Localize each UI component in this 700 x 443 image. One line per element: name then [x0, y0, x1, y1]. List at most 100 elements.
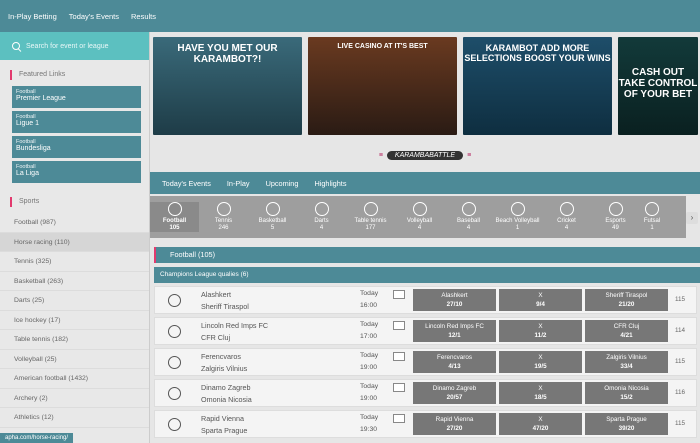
sport-futsal[interactable]: Futsal 1	[640, 202, 664, 232]
tab-in-play[interactable]: In-Play	[227, 179, 250, 188]
nav-results[interactable]: Results	[131, 12, 156, 21]
battle-logo: KARAMBABATTLE	[386, 150, 464, 160]
football-icon	[168, 356, 181, 369]
sport-football[interactable]: Football 105	[150, 202, 199, 232]
odds-home[interactable]: Rapid Vienna 27/20	[413, 413, 496, 435]
nav-todays-events[interactable]: Today's Events	[69, 12, 119, 21]
sidebar-sport-item[interactable]: Athletics (12)	[0, 408, 149, 428]
featured-links-title: Featured Links	[10, 70, 141, 80]
volleyball-icon	[412, 202, 427, 216]
match-row[interactable]: Alashkert Sheriff Tiraspol Today 16:00 Ala…	[154, 286, 697, 314]
football-icon	[167, 202, 182, 216]
sport-esports[interactable]: Esports 49	[591, 202, 640, 232]
odds-home[interactable]: Ferencvaros 4/13	[413, 351, 496, 373]
search-input[interactable]: Search for event or league	[0, 32, 149, 60]
featured-link[interactable]: Football Bundesliga	[12, 136, 141, 158]
odds-away[interactable]: Zalgiris Vilnius 33/4	[585, 351, 668, 373]
sidebar-sport-item[interactable]: Ice hockey (17)	[0, 311, 149, 330]
tab-highlights[interactable]: Highlights	[314, 179, 346, 188]
match-row[interactable]: Lincoln Red Imps FC CFR Cluj Today 17:00 L…	[154, 317, 697, 345]
odds-draw[interactable]: X 19/5	[499, 351, 582, 373]
event-tabs: Today's Events In-Play Upcoming Highligh…	[150, 172, 700, 194]
odds-home[interactable]: Dinamo Zagreb 20/57	[413, 382, 496, 404]
table-tennis-icon	[363, 202, 378, 216]
sport-darts[interactable]: Darts 4	[297, 202, 346, 232]
esports-icon	[608, 202, 623, 216]
sidebar-sport-item[interactable]: Archery (2)	[0, 389, 149, 408]
sport-cricket[interactable]: Cricket 4	[542, 202, 591, 232]
sidebar-sport-item[interactable]: Volleyball (25)	[0, 350, 149, 369]
featured-link[interactable]: Football La Liga	[12, 161, 141, 183]
more-markets[interactable]: 116	[675, 389, 685, 396]
stats-icon[interactable]	[393, 290, 405, 299]
stats-icon[interactable]	[393, 383, 405, 392]
football-icon	[168, 294, 181, 307]
sport-baseball[interactable]: Baseball 4	[444, 202, 493, 232]
sidebar-sport-item[interactable]: Table tennis (182)	[0, 330, 149, 350]
cricket-icon	[559, 202, 574, 216]
odds-home[interactable]: Alashkert 27/10	[413, 289, 496, 311]
sports-bar: Football 105 Tennis 246 Basketball 5 Darts 4…	[150, 196, 686, 238]
sport-basketball[interactable]: Basketball 5	[248, 202, 297, 232]
sidebar-sport-item[interactable]: Basketball (263)	[0, 272, 149, 291]
sport-volleyball[interactable]: Volleyball 4	[395, 202, 444, 232]
sidebar: Search for event or league Featured Link…	[0, 32, 150, 443]
featured-link[interactable]: Football Ligue 1	[12, 111, 141, 133]
odds-away[interactable]: CFR Cluj 4/21	[585, 320, 668, 342]
stats-icon[interactable]	[393, 414, 405, 423]
sports-title: Sports	[10, 197, 141, 207]
banner-cash-out[interactable]: CASH OUT TAKE CONTROL OF YOUR BET	[618, 37, 698, 135]
top-nav: In-Play Betting Today's Events Results	[0, 0, 700, 32]
match-row[interactable]: Dinamo Zagreb Omonia Nicosia Today 19:00 D…	[154, 379, 697, 407]
odds-draw[interactable]: X 47/20	[499, 413, 582, 435]
odds-draw[interactable]: X 18/5	[499, 382, 582, 404]
odds-away[interactable]: Sparta Prague 39/20	[585, 413, 668, 435]
sidebar-sport-item[interactable]: American football (1432)	[0, 369, 149, 389]
sidebar-sport-item[interactable]: Darts (25)	[0, 291, 149, 311]
competition-header[interactable]: Champions League qualies (6)	[154, 267, 700, 283]
basketball-icon	[265, 202, 280, 216]
more-markets[interactable]: 115	[675, 296, 685, 303]
odds-draw[interactable]: X 11/2	[499, 320, 582, 342]
football-icon	[168, 387, 181, 400]
odds-home[interactable]: Lincoln Red Imps FC 12/1	[413, 320, 496, 342]
tennis-icon	[216, 202, 231, 216]
banner-boost[interactable]: KARAMBOT ADD MORE SELECTIONS BOOST YOUR …	[463, 37, 612, 135]
chevron-down-icon: ≡	[378, 151, 383, 159]
sport-tennis[interactable]: Tennis 246	[199, 202, 248, 232]
sport-table-tennis[interactable]: Table tennis 177	[346, 202, 395, 232]
odds-draw[interactable]: X 9/4	[499, 289, 582, 311]
sport-beach-volleyball[interactable]: Beach Volleyball 1	[493, 202, 542, 232]
baseball-icon	[461, 202, 476, 216]
odds-away[interactable]: Sheriff Tiraspol 21/20	[585, 289, 668, 311]
featured-link[interactable]: Football Premier League	[12, 86, 141, 108]
banner-live-casino[interactable]: LIVE CASINO AT IT'S BEST	[308, 37, 457, 135]
odds-away[interactable]: Omonia Nicosia 15/2	[585, 382, 668, 404]
banner-karambot[interactable]: HAVE YOU MET OUR KARAMBOT?!	[153, 37, 302, 135]
search-icon	[12, 42, 20, 50]
more-markets[interactable]: 115	[675, 420, 685, 427]
chevron-down-icon: ≡	[467, 151, 472, 159]
match-row[interactable]: Ferencvaros Zalgiris Vilnius Today 19:00 F…	[154, 348, 697, 376]
football-icon	[168, 418, 181, 431]
more-markets[interactable]: 115	[675, 358, 685, 365]
darts-icon	[314, 202, 329, 216]
football-icon	[168, 325, 181, 338]
tab-upcoming[interactable]: Upcoming	[266, 179, 299, 188]
sidebar-sport-item[interactable]: Tennis (325)	[0, 252, 149, 272]
beach-volleyball-icon	[510, 202, 525, 216]
promo-banners: HAVE YOU MET OUR KARAMBOT?! LIVE CASINO …	[153, 37, 700, 135]
sidebar-sport-item[interactable]: Football (987)	[0, 213, 149, 233]
section-header: Football (105)	[154, 247, 700, 263]
stats-icon[interactable]	[393, 352, 405, 361]
karamba-battle[interactable]: ≡ KARAMBABATTLE ≡	[360, 149, 490, 161]
tab-todays-events[interactable]: Today's Events	[162, 179, 211, 188]
more-markets[interactable]: 114	[675, 327, 685, 334]
stats-icon[interactable]	[393, 321, 405, 330]
match-row[interactable]: Rapid Vienna Sparta Prague Today 19:30 Rap…	[154, 410, 697, 438]
chevron-right-icon[interactable]: ›	[686, 212, 698, 224]
sidebar-sport-item[interactable]: Horse racing (110)	[0, 232, 149, 252]
nav-in-play-betting[interactable]: In-Play Betting	[8, 12, 57, 21]
futsal-icon	[645, 202, 659, 216]
status-url: apha.com/horse-racing/	[0, 433, 74, 443]
